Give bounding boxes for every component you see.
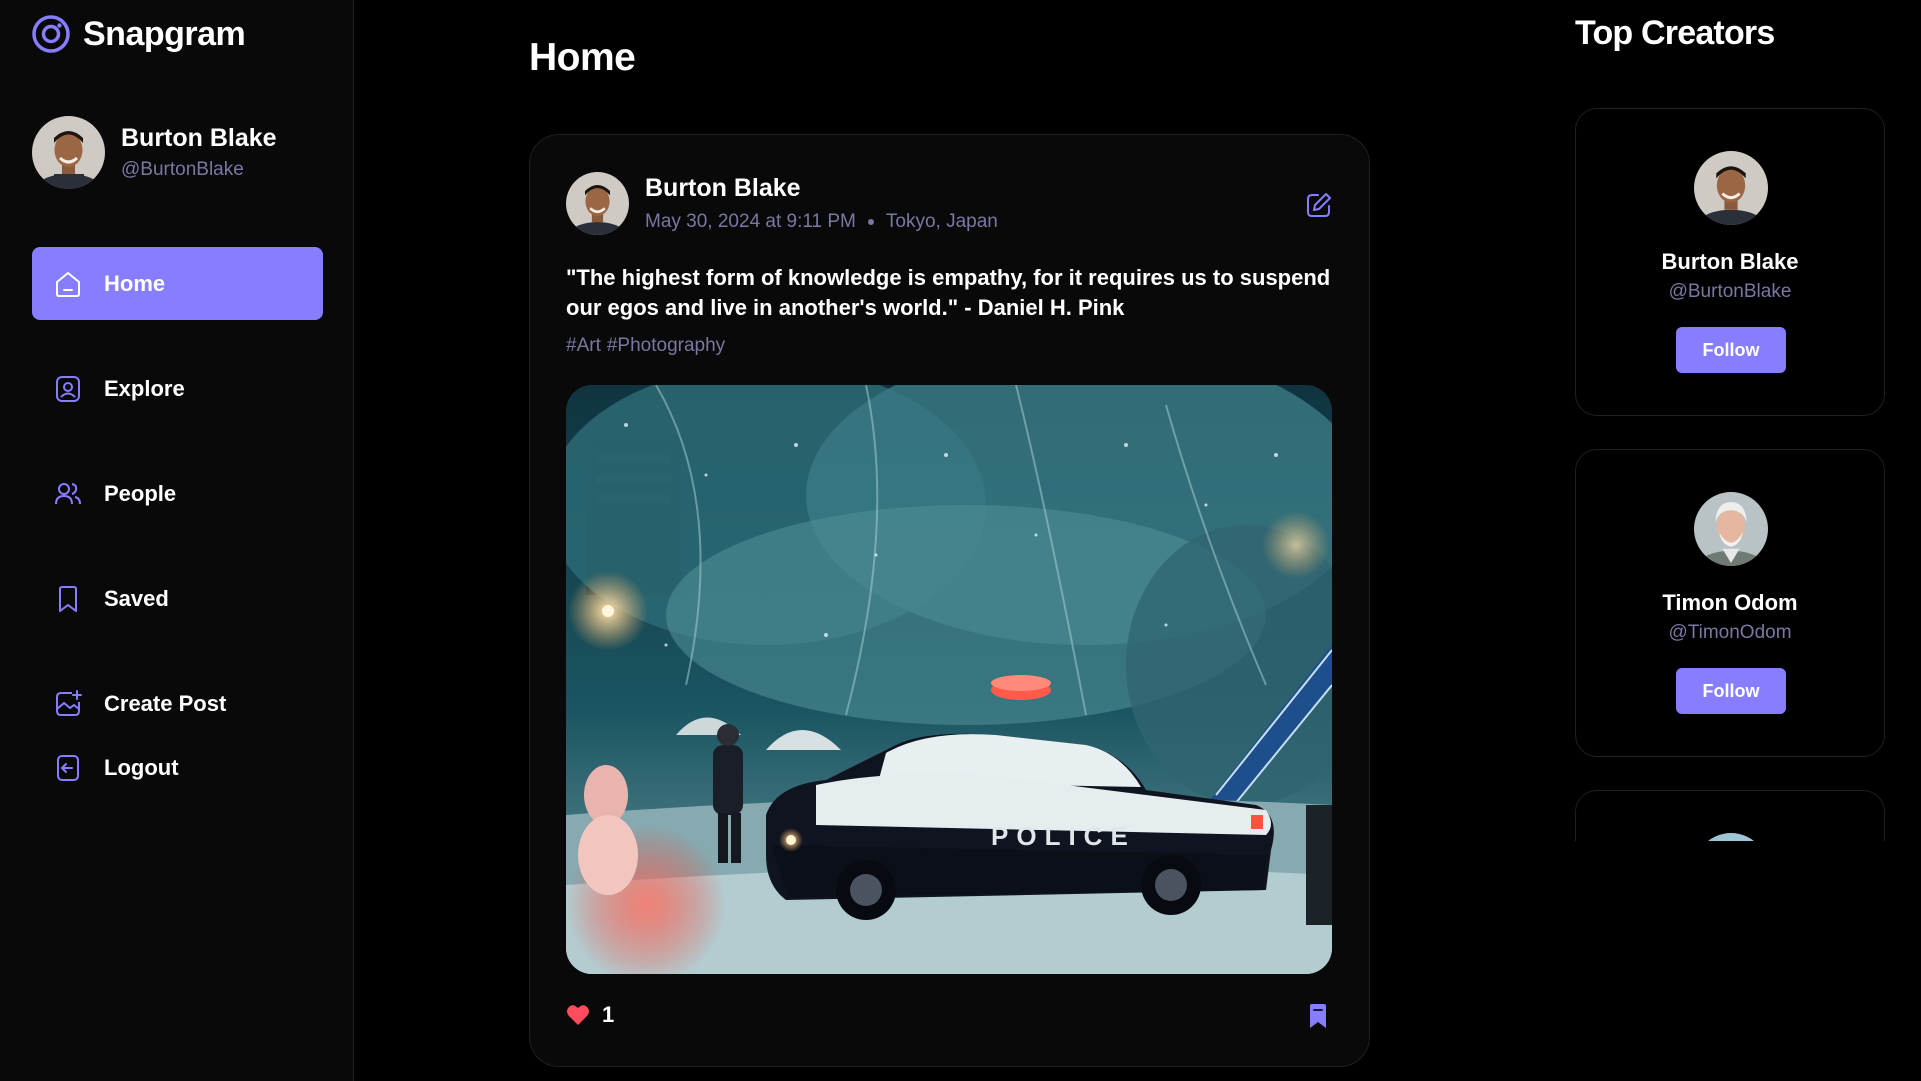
nav-label: Explore — [104, 375, 185, 401]
avatar[interactable] — [566, 172, 629, 235]
post-actions: 1 — [566, 1002, 1332, 1032]
creator-handle: @BurtonBlake — [1668, 281, 1792, 302]
creator-handle: @TimonOdom — [1668, 622, 1792, 643]
edit-icon[interactable] — [1305, 191, 1333, 219]
avatar — [1694, 151, 1768, 225]
post-date: May 30, 2024 at 9:11 PM — [645, 211, 856, 232]
people-icon — [55, 482, 81, 504]
post-photo: POLICE — [566, 385, 1332, 974]
police-text: POLICE — [991, 821, 1136, 851]
tag[interactable]: #Photography — [607, 335, 725, 357]
post-meta: May 30, 2024 at 9:11 PM Tokyo, Japan — [645, 211, 998, 233]
nav-label: Home — [104, 270, 166, 296]
post-tags: #Art #Photography — [566, 335, 725, 357]
bookmark-icon[interactable] — [1304, 1002, 1332, 1030]
nav-label: People — [104, 480, 177, 506]
post-caption: "The highest form of knowledge is empath… — [566, 265, 1331, 320]
follow-button[interactable]: Follow — [1676, 668, 1786, 714]
post-card: Burton Blake May 30, 2024 at 9:11 PM Tok… — [529, 134, 1370, 1067]
nav-item-home[interactable]: Home — [32, 247, 323, 320]
left-sidebar: Snapgram Burton Blake @BurtonBlake Home … — [0, 0, 354, 1081]
post-header: Burton Blake May 30, 2024 at 9:11 PM Tok… — [566, 172, 998, 235]
bookmark-icon — [59, 585, 77, 612]
nav-item-create-post[interactable]: Create Post — [32, 667, 323, 740]
creator-name: Timon Odom — [1662, 590, 1798, 615]
app-name: Snapgram — [83, 14, 246, 53]
post-author[interactable]: Burton Blake — [645, 174, 998, 203]
logo-icon — [32, 15, 70, 53]
like-count: 1 — [602, 1002, 615, 1027]
nav-label: Create Post — [104, 690, 227, 716]
nav-item-people[interactable]: People — [32, 457, 323, 530]
page-title: Home — [529, 36, 636, 79]
logout-icon — [57, 754, 79, 781]
top-creators-title: Top Creators — [1575, 14, 1775, 52]
separator-dot — [867, 219, 874, 225]
nav-label: Logout — [104, 754, 179, 780]
avatar — [1694, 833, 1768, 841]
heart-icon — [567, 1005, 589, 1025]
profile-name: Burton Blake — [121, 124, 277, 152]
post-image[interactable]: POLICE — [566, 385, 1332, 974]
user-profile-link[interactable]: Burton Blake @BurtonBlake — [32, 116, 277, 189]
app-logo[interactable]: Snapgram — [31, 14, 246, 54]
creator-card[interactable]: Timon Odom @TimonOdom Follow — [1575, 449, 1885, 757]
nav-item-saved[interactable]: Saved — [32, 562, 323, 635]
creator-card[interactable]: Burton Blake @BurtonBlake Follow — [1575, 108, 1885, 416]
creator-card[interactable] — [1575, 790, 1885, 841]
nav-label: Saved — [104, 585, 169, 611]
nav-item-explore[interactable]: Explore — [32, 352, 323, 425]
avatar — [1694, 492, 1768, 566]
post-location: Tokyo, Japan — [885, 211, 998, 232]
like-button[interactable]: 1 — [566, 1002, 614, 1028]
app-root: Snapgram Burton Blake @BurtonBlake Home … — [0, 0, 1921, 1081]
explore-icon — [56, 375, 80, 402]
home-icon — [56, 271, 80, 297]
top-creators-list: Burton Blake @BurtonBlake Follow Timon O… — [1570, 100, 1900, 841]
avatar — [32, 116, 105, 189]
nav-item-logout[interactable]: Logout — [32, 731, 323, 804]
follow-button[interactable]: Follow — [1676, 327, 1786, 373]
tag[interactable]: #Art — [566, 335, 601, 357]
create-post-icon — [56, 689, 82, 716]
creator-name: Burton Blake — [1661, 249, 1799, 274]
profile-handle: @BurtonBlake — [121, 159, 244, 180]
